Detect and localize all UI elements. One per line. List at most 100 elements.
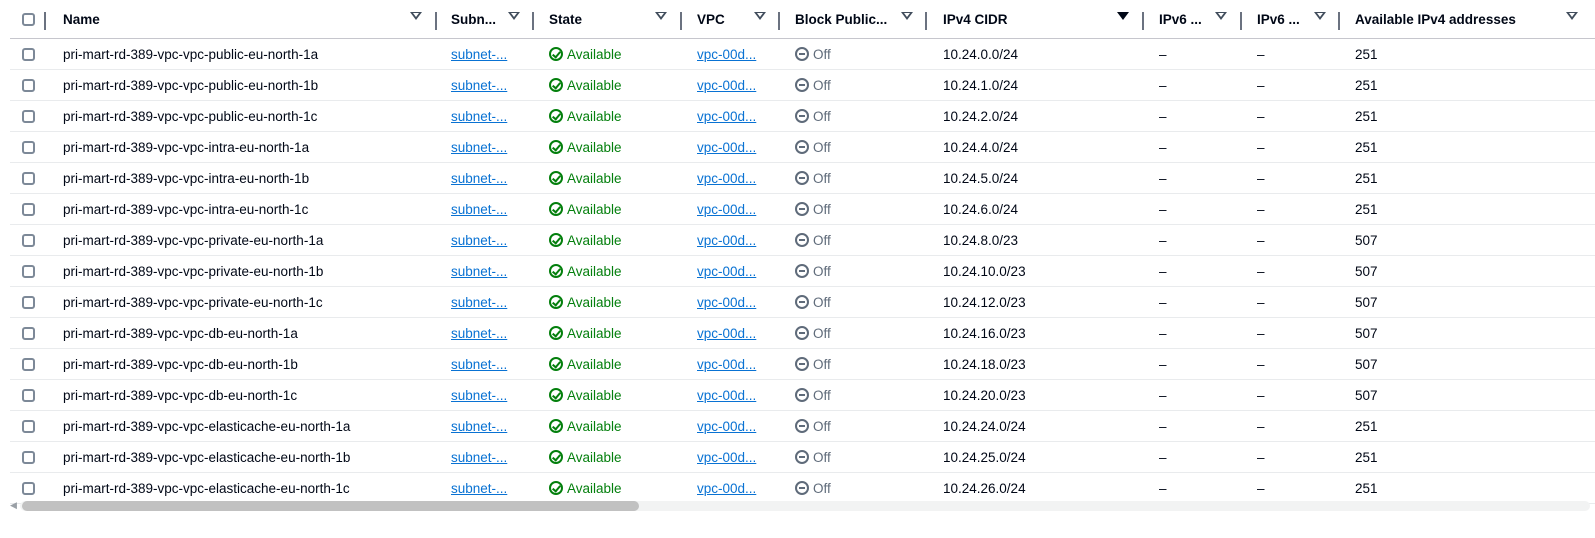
row-checkbox[interactable] <box>22 256 35 286</box>
subnet-id-link[interactable]: subnet-... <box>451 101 507 131</box>
column-divider[interactable] <box>532 12 534 30</box>
checkbox[interactable] <box>22 326 35 340</box>
table-row[interactable]: pri-mart-rd-389-vpc-vpc-intra-eu-north-1… <box>10 132 1595 163</box>
subnet-id-link[interactable]: subnet-... <box>451 287 507 317</box>
column-divider[interactable] <box>1338 12 1340 30</box>
checkbox[interactable] <box>22 450 35 464</box>
column-header-state[interactable]: State <box>549 0 582 38</box>
table-row[interactable]: pri-mart-rd-389-vpc-vpc-db-eu-north-1b s… <box>10 349 1595 380</box>
subnet-id-link[interactable]: subnet-... <box>451 380 507 410</box>
column-header-block-public-access[interactable]: Block Public... <box>795 0 887 38</box>
sort-block-public-icon[interactable] <box>901 12 913 20</box>
table-row[interactable]: pri-mart-rd-389-vpc-vpc-private-eu-north… <box>10 225 1595 256</box>
column-divider[interactable] <box>435 12 437 30</box>
sort-ipv6-a-icon[interactable] <box>1215 12 1227 20</box>
scroll-left-arrow-icon[interactable]: ◀ <box>10 500 17 511</box>
scrollbar-thumb[interactable] <box>22 501 639 511</box>
row-checkbox[interactable] <box>22 380 35 410</box>
column-header-available-ipv4[interactable]: Available IPv4 addresses <box>1355 0 1516 38</box>
vpc-id-link[interactable]: vpc-00d... <box>697 442 756 472</box>
table-row[interactable]: pri-mart-rd-389-vpc-vpc-private-eu-north… <box>10 256 1595 287</box>
sort-name-icon[interactable] <box>410 12 422 20</box>
checkbox[interactable] <box>22 140 35 154</box>
checkbox[interactable] <box>22 295 35 309</box>
sort-state-icon[interactable] <box>655 12 667 20</box>
sort-vpc-icon[interactable] <box>754 12 766 20</box>
vpc-id-link[interactable]: vpc-00d... <box>697 163 756 193</box>
row-checkbox[interactable] <box>22 225 35 255</box>
column-divider[interactable] <box>44 12 46 30</box>
sort-subnet-icon[interactable] <box>508 12 520 20</box>
checkbox[interactable] <box>22 264 35 278</box>
column-divider[interactable] <box>778 12 780 30</box>
checkbox[interactable] <box>22 233 35 247</box>
subnet-id-link[interactable]: subnet-... <box>451 318 507 348</box>
vpc-id-link[interactable]: vpc-00d... <box>697 256 756 286</box>
row-checkbox[interactable] <box>22 163 35 193</box>
column-divider[interactable] <box>680 12 682 30</box>
checkbox[interactable] <box>22 109 35 123</box>
vpc-id-link[interactable]: vpc-00d... <box>697 349 756 379</box>
row-checkbox[interactable] <box>22 318 35 348</box>
column-divider[interactable] <box>1240 12 1242 30</box>
row-checkbox[interactable] <box>22 101 35 131</box>
subnet-id-link[interactable]: subnet-... <box>451 349 507 379</box>
vpc-id-link[interactable]: vpc-00d... <box>697 101 756 131</box>
table-row[interactable]: pri-mart-rd-389-vpc-vpc-private-eu-north… <box>10 287 1595 318</box>
column-header-vpc[interactable]: VPC <box>697 0 725 38</box>
row-checkbox[interactable] <box>22 194 35 224</box>
checkbox[interactable] <box>22 12 35 26</box>
subnet-id-link[interactable]: subnet-... <box>451 70 507 100</box>
subnet-id-link[interactable]: subnet-... <box>451 256 507 286</box>
subnet-id-link[interactable]: subnet-... <box>451 411 507 441</box>
table-row[interactable]: pri-mart-rd-389-vpc-vpc-db-eu-north-1a s… <box>10 318 1595 349</box>
row-checkbox[interactable] <box>22 132 35 162</box>
column-header-name[interactable]: Name <box>63 0 100 38</box>
table-row[interactable]: pri-mart-rd-389-vpc-vpc-intra-eu-north-1… <box>10 194 1595 225</box>
subnet-id-link[interactable]: subnet-... <box>451 442 507 472</box>
column-header-subnet-id[interactable]: Subn... <box>451 0 496 38</box>
row-checkbox[interactable] <box>22 442 35 472</box>
sort-available-ipv4-icon[interactable] <box>1566 12 1578 20</box>
column-header-ipv6-cidr[interactable]: IPv6 ... <box>1159 0 1202 38</box>
table-row[interactable]: pri-mart-rd-389-vpc-vpc-db-eu-north-1c s… <box>10 380 1595 411</box>
table-row[interactable]: pri-mart-rd-389-vpc-vpc-public-eu-north-… <box>10 101 1595 132</box>
row-checkbox[interactable] <box>22 411 35 441</box>
table-row[interactable]: pri-mart-rd-389-vpc-vpc-public-eu-north-… <box>10 70 1595 101</box>
row-checkbox[interactable] <box>22 287 35 317</box>
subnet-id-link[interactable]: subnet-... <box>451 39 507 69</box>
checkbox[interactable] <box>22 481 35 495</box>
column-divider[interactable] <box>925 12 927 30</box>
row-checkbox[interactable] <box>22 39 35 69</box>
sort-ipv6-b-icon[interactable] <box>1314 12 1326 20</box>
checkbox[interactable] <box>22 388 35 402</box>
vpc-id-link[interactable]: vpc-00d... <box>697 380 756 410</box>
select-all-checkbox[interactable] <box>22 0 35 38</box>
checkbox[interactable] <box>22 202 35 216</box>
column-divider[interactable] <box>1142 12 1144 30</box>
sort-ipv4-cidr-icon[interactable] <box>1117 12 1129 20</box>
table-row[interactable]: pri-mart-rd-389-vpc-vpc-elasticache-eu-n… <box>10 411 1595 442</box>
checkbox[interactable] <box>22 171 35 185</box>
checkbox[interactable] <box>22 47 35 61</box>
checkbox[interactable] <box>22 78 35 92</box>
checkbox[interactable] <box>22 357 35 371</box>
vpc-id-link[interactable]: vpc-00d... <box>697 411 756 441</box>
vpc-id-link[interactable]: vpc-00d... <box>697 194 756 224</box>
checkbox[interactable] <box>22 419 35 433</box>
row-checkbox[interactable] <box>22 70 35 100</box>
column-header-ipv6-cidr-2[interactable]: IPv6 ... <box>1257 0 1300 38</box>
vpc-id-link[interactable]: vpc-00d... <box>697 70 756 100</box>
vpc-id-link[interactable]: vpc-00d... <box>697 318 756 348</box>
subnet-id-link[interactable]: subnet-... <box>451 132 507 162</box>
vpc-id-link[interactable]: vpc-00d... <box>697 225 756 255</box>
subnet-id-link[interactable]: subnet-... <box>451 163 507 193</box>
horizontal-scrollbar[interactable]: ◀ <box>0 495 1595 517</box>
column-header-ipv4-cidr[interactable]: IPv4 CIDR <box>943 0 1008 38</box>
vpc-id-link[interactable]: vpc-00d... <box>697 39 756 69</box>
table-row[interactable]: pri-mart-rd-389-vpc-vpc-intra-eu-north-1… <box>10 163 1595 194</box>
table-row[interactable]: pri-mart-rd-389-vpc-vpc-elasticache-eu-n… <box>10 442 1595 473</box>
table-row[interactable]: pri-mart-rd-389-vpc-vpc-public-eu-north-… <box>10 39 1595 70</box>
subnet-id-link[interactable]: subnet-... <box>451 225 507 255</box>
vpc-id-link[interactable]: vpc-00d... <box>697 132 756 162</box>
